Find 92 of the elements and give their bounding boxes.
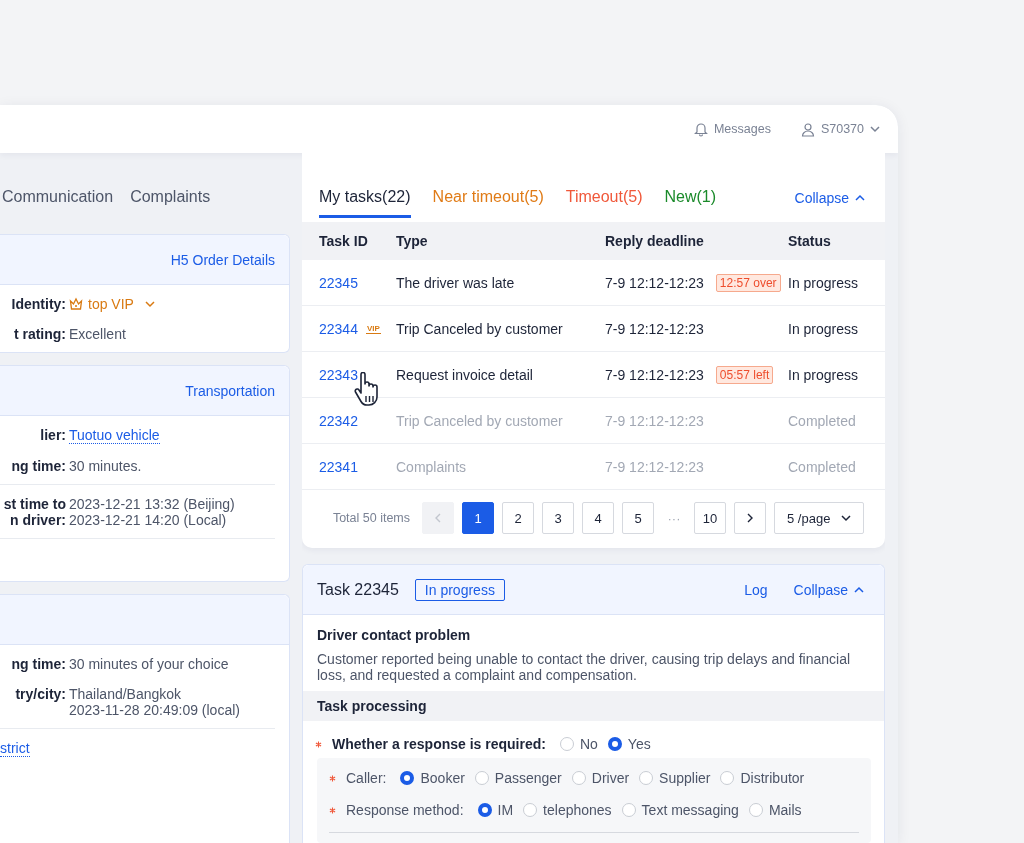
column-header: Status <box>788 233 832 249</box>
field-label: Caller: <box>346 770 387 786</box>
table-cell: 7-9 12:12-12:23 <box>605 458 704 475</box>
radio-option[interactable]: IM <box>477 802 514 818</box>
task-tab[interactable]: Timeout(5) <box>565 186 643 218</box>
field-label: t rating: <box>12 326 66 342</box>
task-title: Task 22345 <box>317 580 399 599</box>
chevron-down-icon <box>144 300 155 308</box>
radio-option[interactable]: telephones <box>523 802 612 818</box>
table-cell-text: In progress <box>788 366 860 383</box>
task-id-link[interactable]: 22341 <box>319 458 358 475</box>
chevron-left-icon <box>434 513 442 523</box>
radio-option[interactable]: Passenger <box>474 770 562 786</box>
radio-option[interactable]: No <box>559 736 598 752</box>
next-page-button[interactable] <box>734 502 766 534</box>
chevron-right-icon <box>746 513 754 523</box>
field-label: ng time: <box>10 458 66 474</box>
field-label: Identity: <box>10 296 66 312</box>
chevron-up-icon <box>854 585 864 594</box>
chevron-up-icon <box>855 194 865 202</box>
task-id-link[interactable]: 22343 <box>319 366 358 383</box>
table-cell: 7-9 12:12-12:23 <box>605 366 704 383</box>
question-label: Whether a response is required: <box>332 736 546 752</box>
field-value: 30 minutes. <box>69 458 142 474</box>
crown-icon <box>69 297 83 311</box>
table-cell-text: Trip Canceled by customer <box>396 412 564 429</box>
task-id-link[interactable]: 22342 <box>319 412 358 429</box>
radio-option[interactable]: Distributor <box>720 770 805 786</box>
total-count: Total 50 items <box>332 511 410 525</box>
task-tab[interactable]: My tasks(22) <box>319 186 411 218</box>
status-badge: In progress <box>414 578 505 601</box>
table-cell-text: Completed <box>788 458 857 475</box>
link[interactable]: strict <box>0 740 30 757</box>
task-id-link[interactable]: 22345 <box>319 274 358 291</box>
column-header: Type <box>396 233 429 249</box>
field-link[interactable]: Tuotuo vehicle <box>69 427 160 444</box>
table-cell: 7-9 12:12-12:23 <box>605 274 704 291</box>
field-label: Response method: <box>346 802 464 818</box>
bell-icon <box>693 121 708 137</box>
collapse-link[interactable]: Collpase <box>793 581 864 598</box>
table-cell-text: In progress <box>788 274 860 291</box>
page-button[interactable]: 10 <box>694 502 726 534</box>
field-value: Excellent <box>69 326 126 342</box>
field-label: ng time: <box>10 656 66 672</box>
field-value: Thailand/Bangkok 2023-11-28 20:49:09 (local) <box>69 686 240 718</box>
table-cell-text: Trip Canceled by customer <box>396 320 564 337</box>
field-label: st time to n driver: <box>2 496 66 528</box>
table-cell-text: Complaints <box>396 458 468 475</box>
section-heading: Task processing <box>303 691 884 721</box>
table-cell-text: Request invoice detail <box>396 366 534 383</box>
radio-option[interactable]: Mails <box>748 802 802 818</box>
messages-link[interactable]: Messages <box>713 122 771 136</box>
table-cell-text: Completed <box>788 412 857 429</box>
chevron-down-icon <box>870 125 880 133</box>
problem-heading: Driver contact problem <box>317 627 472 643</box>
field-label: lier: <box>39 427 66 444</box>
user-icon <box>800 121 815 137</box>
time-tag: 12:57 over <box>715 273 781 292</box>
log-link[interactable]: Log <box>744 581 768 598</box>
time-tag: 05:57 left <box>715 365 774 384</box>
table-cell-text: The driver was late <box>396 274 516 291</box>
page-size-select[interactable]: 5 /page <box>774 502 864 534</box>
user-name[interactable]: S70370 <box>820 122 864 136</box>
task-tab[interactable]: New(1) <box>664 186 717 218</box>
page-button[interactable]: 1 <box>462 502 494 534</box>
table-cell: 7-9 12:12-12:23 <box>605 412 704 429</box>
table-cell-text: In progress <box>788 320 860 337</box>
problem-description: Customer reported being unable to contact the driver, causing trip delays and financial loss, and requested a complaint and compensation. <box>317 651 852 683</box>
table-cell: 7-9 12:12-12:23 <box>605 320 704 337</box>
ellipsis: ··· <box>666 510 682 526</box>
tab[interactable]: Complaints <box>130 186 211 208</box>
column-header: Task ID <box>319 233 369 249</box>
radio-option[interactable]: Supplier <box>639 770 711 786</box>
radio-option[interactable]: Yes <box>607 736 651 752</box>
page-button[interactable]: 2 <box>502 502 534 534</box>
column-header: Reply deadline <box>605 233 705 249</box>
radio-option[interactable]: Booker <box>400 770 465 786</box>
card-link[interactable]: Transportation <box>185 382 275 399</box>
page-button[interactable]: 3 <box>542 502 574 534</box>
radio-option[interactable]: Text messaging <box>621 802 739 818</box>
field-label: try/city: <box>14 686 66 704</box>
chevron-down-icon <box>841 514 851 522</box>
page-button[interactable]: 4 <box>582 502 614 534</box>
collapse-link[interactable]: Collapse <box>794 190 865 206</box>
task-id-link[interactable]: 22344 <box>319 320 358 337</box>
vip-badge: VIP <box>365 323 381 334</box>
field-value: 30 minutes of your choice <box>69 656 229 672</box>
page-button[interactable]: 5 <box>622 502 654 534</box>
radio-option[interactable]: Driver <box>571 770 630 786</box>
field-value: 2023-12-21 13:32 (Beijing) 2023-12-21 14:20 (Local) <box>69 496 235 528</box>
tab[interactable]: Communication <box>2 186 114 208</box>
card-link[interactable]: H5 Order Details <box>170 251 275 268</box>
